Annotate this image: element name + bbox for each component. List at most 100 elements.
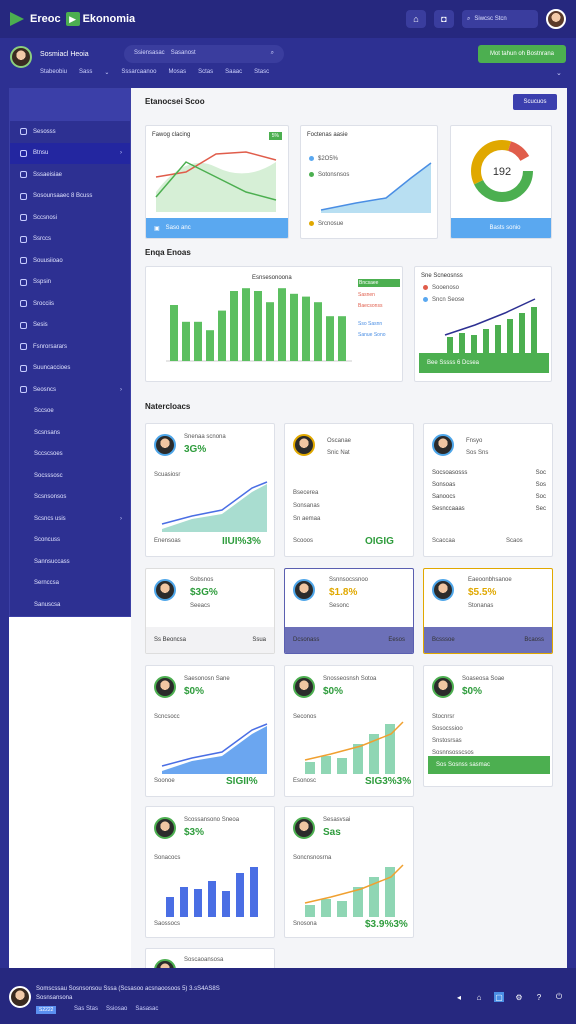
sidebar-item[interactable]: Sssaeisiae	[10, 164, 130, 186]
profile-card[interactable]: Fnsyo Sos Sns Socsoasosss Soc Sonsoas Sos Sano…	[423, 423, 553, 557]
subnav-item[interactable]: Stasc	[254, 69, 269, 76]
profile-card[interactable]: Snenaa scnona 3G% Scuasiosr Enensoas IIUI%3%	[145, 423, 275, 557]
power-icon[interactable]: ⏻	[554, 992, 564, 1002]
bar	[166, 897, 174, 917]
subnav-item[interactable]: Sass	[79, 69, 92, 76]
sidebar-item-label: Socsssosc	[34, 472, 63, 479]
profile-percent: $0%	[323, 686, 344, 697]
overview-card-1[interactable]: Fawog clacing 5% ▣ Saso anc	[145, 125, 289, 239]
footer-button[interactable]: Ssua	[252, 637, 266, 643]
top-bar: Ereoc ▶ Ekonomia ⌂ ◘ ⌕ Siwcsc Stcn	[0, 0, 576, 38]
bar	[230, 291, 238, 361]
bar	[338, 316, 346, 361]
bar-chart-card[interactable]: Esnsesonoona Bncsaee Sasnen Baecsonss Ss…	[145, 266, 403, 382]
profile-percent: $0%	[184, 686, 205, 697]
window-icon[interactable]: ▢	[494, 992, 504, 1002]
subnav-item[interactable]: Sssarcaanoo	[121, 69, 156, 76]
sidebar-item[interactable]: Ssrccs	[10, 229, 130, 251]
overview-card-3[interactable]: 192 Basts sonio	[450, 125, 552, 239]
footer-link[interactable]: Ssiosao	[106, 1006, 127, 1012]
sidebar-item[interactable]: Sccsnosi	[10, 207, 130, 229]
footer-button[interactable]: Bcaoss	[524, 637, 544, 643]
chevron-down-icon[interactable]: ⌄	[104, 69, 109, 76]
subnav-item[interactable]: Sctas	[198, 69, 213, 76]
sidebar-item[interactable]: Scsnsonsos	[10, 487, 130, 509]
profile-search[interactable]: Ssiensasac Sasanost ⌕	[124, 45, 284, 63]
profile-name: Sobsnos	[190, 577, 214, 583]
profile-percent: $3G%	[190, 587, 218, 598]
profile-card[interactable]: Saesonosn Sane $0% Scncsocc Soonoe SIGII%	[145, 665, 275, 797]
camera-icon[interactable]: ◘	[434, 10, 454, 28]
row-value: Sos	[535, 482, 546, 488]
subnav-item[interactable]: Stabeobiu	[40, 69, 67, 76]
sidebar-item[interactable]: Scsncs usis ›	[10, 508, 130, 530]
footer-button[interactable]: Eesos	[388, 637, 405, 643]
footer-avatar[interactable]	[9, 986, 31, 1008]
profile-card[interactable]: Snosseosnsh Sotoa $0% Seconos Esonosc SIG3%3…	[284, 665, 414, 797]
profile-total: SIGII%	[226, 776, 258, 787]
sidebar-item[interactable]: Sannsuccass	[10, 551, 130, 573]
sidebar-item[interactable]: Souusiioao	[10, 250, 130, 272]
profile-row: Socsoasosss Soc	[432, 470, 546, 476]
new-button[interactable]: Mot tahun oh Bostnrana	[478, 45, 566, 63]
sidebar-item[interactable]: Srocciis	[10, 293, 130, 315]
brand-name: Ekonomia	[82, 13, 136, 25]
sidebar-item[interactable]: Socsssosc	[10, 465, 130, 487]
sidebar-item[interactable]: Sernccsa	[10, 573, 130, 595]
user-avatar[interactable]	[546, 9, 566, 29]
profile-card[interactable]: Sobsnos $3G% Seeacs Ss Beoncsa Ssua	[145, 568, 275, 654]
profile-footer: Scooos	[293, 538, 314, 544]
profile-avatar	[293, 817, 315, 839]
profile-card[interactable]: Soscaoansosa	[145, 948, 275, 968]
footer-link[interactable]: Sasasac	[135, 1006, 158, 1012]
sidebar-item[interactable]: Sspsin	[10, 272, 130, 294]
chevron-right-icon: ›	[120, 150, 122, 157]
primary-action-button[interactable]: Scucuos	[513, 94, 557, 110]
profile-card[interactable]: Sesasvsai Sas Soncnsnosrna Snosona $3.9%3%	[284, 806, 414, 938]
subnav-item[interactable]: Saaac	[225, 69, 242, 76]
profile-avatar	[154, 579, 176, 601]
footer-tag: S2222	[36, 1006, 57, 1014]
sidebar-item[interactable]: Sccscsoes	[10, 444, 130, 466]
home-icon[interactable]: ⌂	[474, 992, 484, 1002]
sidebar-item[interactable]: Sanuscsa	[10, 594, 130, 616]
chevron-down-icon[interactable]: ⌄	[556, 69, 562, 77]
sidebar-item[interactable]: Fsnrorsarars	[10, 336, 130, 358]
settings-icon[interactable]: ⚙	[514, 992, 524, 1002]
svg-text:192: 192	[493, 166, 511, 178]
profile-card[interactable]: Scossansono Sneoa $3% Sonacocs Saossocs	[145, 806, 275, 938]
profile-card[interactable]: Soaseosa Soae $0% Stocnrsr Sosocssioo Snstos…	[423, 665, 553, 787]
profile-card[interactable]: Oscanae Snic Nat Bsecerea Sonsanas Sn aemaa S…	[284, 423, 414, 557]
profile-avatar[interactable]	[10, 46, 32, 68]
doc-icon	[20, 192, 27, 200]
sidebar-item[interactable]: Sosounsaaec 8 Bcuss	[10, 186, 130, 208]
sidebar-item[interactable]: Btnsu ›	[10, 142, 130, 164]
sidebar-item[interactable]: Scsnsans	[10, 422, 130, 444]
sidebar-item[interactable]: Sesosss	[10, 121, 130, 143]
sidebar-item[interactable]: Suuncaccioes	[10, 358, 130, 380]
donut-chart: 192	[471, 140, 533, 202]
profile-sub: Snic Nat	[327, 450, 350, 456]
bar	[326, 316, 334, 361]
back-icon[interactable]: ◂	[454, 992, 464, 1002]
footer-label: Dcsonass	[293, 637, 320, 643]
line-chart-card[interactable]: Sne Scneosnss Sooenoso Sncn Seose Bee Ss…	[414, 266, 552, 382]
overview-card-2[interactable]: Foctenas aasie $2O5% Sotonsnsos Srcnosue	[300, 125, 438, 239]
sidebar-item-label: Sccscsoes	[34, 451, 63, 458]
bar	[321, 756, 331, 774]
row-value: Sec	[535, 506, 546, 512]
sidebar-item[interactable]: Sconcuss	[10, 530, 130, 552]
sidebar-item-label: Scsncs usis	[34, 515, 66, 522]
home-icon[interactable]: ⌂	[406, 10, 426, 28]
profile-row: Sanoocs Soc	[432, 494, 546, 500]
profile-percent: $3%	[184, 827, 205, 838]
search-box[interactable]: ⌕ Siwcsc Stcn	[462, 10, 538, 28]
help-icon[interactable]: ?	[534, 992, 544, 1002]
sidebar-item[interactable]: Sesis	[10, 315, 130, 337]
footer-link[interactable]: Sas Stas	[74, 1006, 98, 1012]
sidebar-item[interactable]: Sccsoe	[10, 401, 130, 423]
sidebar-item[interactable]: Seosncs ›	[10, 379, 130, 401]
profile-card[interactable]: Eaeoonbhsanoe $5.5% Stonanas Bcsssoe Bcaoss	[423, 568, 553, 654]
profile-card[interactable]: Ssnnsocssnoo $1.8% Sesonc Dcsonass Eesos	[284, 568, 414, 654]
subnav-item[interactable]: Mosas	[168, 69, 186, 76]
